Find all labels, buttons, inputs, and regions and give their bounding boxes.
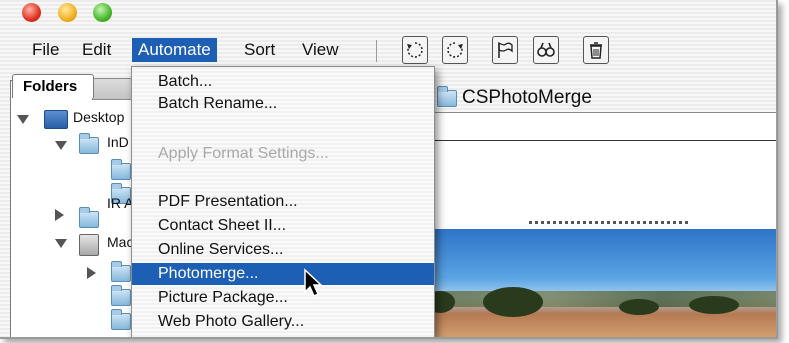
panorama-image [399,229,776,337]
binoculars-icon [537,42,555,57]
rotate-counterclockwise-button[interactable] [402,36,428,64]
folder-icon [111,159,131,180]
menu-item-batch[interactable]: Batch... [132,71,434,93]
folder-icon [111,261,131,282]
tree-item-mac[interactable]: Mac [107,234,133,250]
current-folder-label: CSPhotoMerge [462,87,592,108]
tab-folders[interactable]: Folders [12,74,94,98]
tree-silhouette [483,287,543,317]
tree-silhouette [689,296,739,314]
tree-silhouette [619,299,659,315]
menu-item-picture-package[interactable]: Picture Package... [132,287,434,309]
menu-sort[interactable]: Sort [238,38,281,62]
menu-view[interactable]: View [296,38,345,62]
menu-item-batch-rename[interactable]: Batch Rename... [132,93,434,115]
menu-item-photomerge[interactable]: Photomerge... [132,263,434,285]
menu-bar: File Edit Automate Sort View [0,34,776,66]
menu-item-contact-sheet[interactable]: Contact Sheet II... [132,215,434,237]
tree-item-desktop[interactable]: Desktop [73,109,124,125]
automate-menu: Batch... Batch Rename... Apply Format Se… [131,66,435,337]
menu-edit[interactable]: Edit [76,38,117,62]
tree-item-ind[interactable]: InD [107,134,129,150]
thumbnail-preview[interactable] [398,140,776,337]
rotate-counterclockwise-icon [407,42,423,58]
bridge-window: File Edit Automate Sort View Folders Des… [0,0,778,339]
menu-item-online-services[interactable]: Online Services... [132,239,434,261]
expand-arrow-icon[interactable] [17,115,29,124]
trash-icon [590,42,602,59]
zoom-window-button[interactable] [93,3,112,22]
menu-item-apply-format-settings: Apply Format Settings... [158,145,329,162]
title-bar [0,0,776,30]
rotate-clockwise-icon [447,42,463,58]
collapse-arrow-icon[interactable] [87,267,96,279]
flag-icon [498,41,513,58]
find-button[interactable] [533,36,559,64]
flag-button[interactable] [492,36,518,64]
expand-arrow-icon[interactable] [55,239,67,248]
delete-button[interactable] [583,36,609,64]
folder-icon [79,133,99,154]
folder-icon [79,207,99,228]
desktop-icon [44,110,68,129]
hard-drive-icon [79,234,99,256]
menu-file[interactable]: File [26,38,65,62]
collapse-arrow-icon[interactable] [55,209,64,221]
close-window-button[interactable] [22,3,41,22]
menu-item-pdf-presentation[interactable]: PDF Presentation... [132,191,434,213]
folder-icon [111,309,131,330]
tree-item-ir-a[interactable]: IR A [107,195,133,211]
mouse-pointer-icon [304,268,323,298]
expand-arrow-icon[interactable] [55,141,67,150]
thumbnail-caption [529,221,689,224]
rotate-clockwise-button[interactable] [442,36,468,64]
minimize-window-button[interactable] [58,3,77,22]
menu-item-web-photo-gallery[interactable]: Web Photo Gallery... [132,311,434,333]
path-folder-icon [437,86,457,107]
menu-automate[interactable]: Automate [132,38,217,62]
toolbar-divider [376,40,377,62]
folder-icon [111,285,131,306]
